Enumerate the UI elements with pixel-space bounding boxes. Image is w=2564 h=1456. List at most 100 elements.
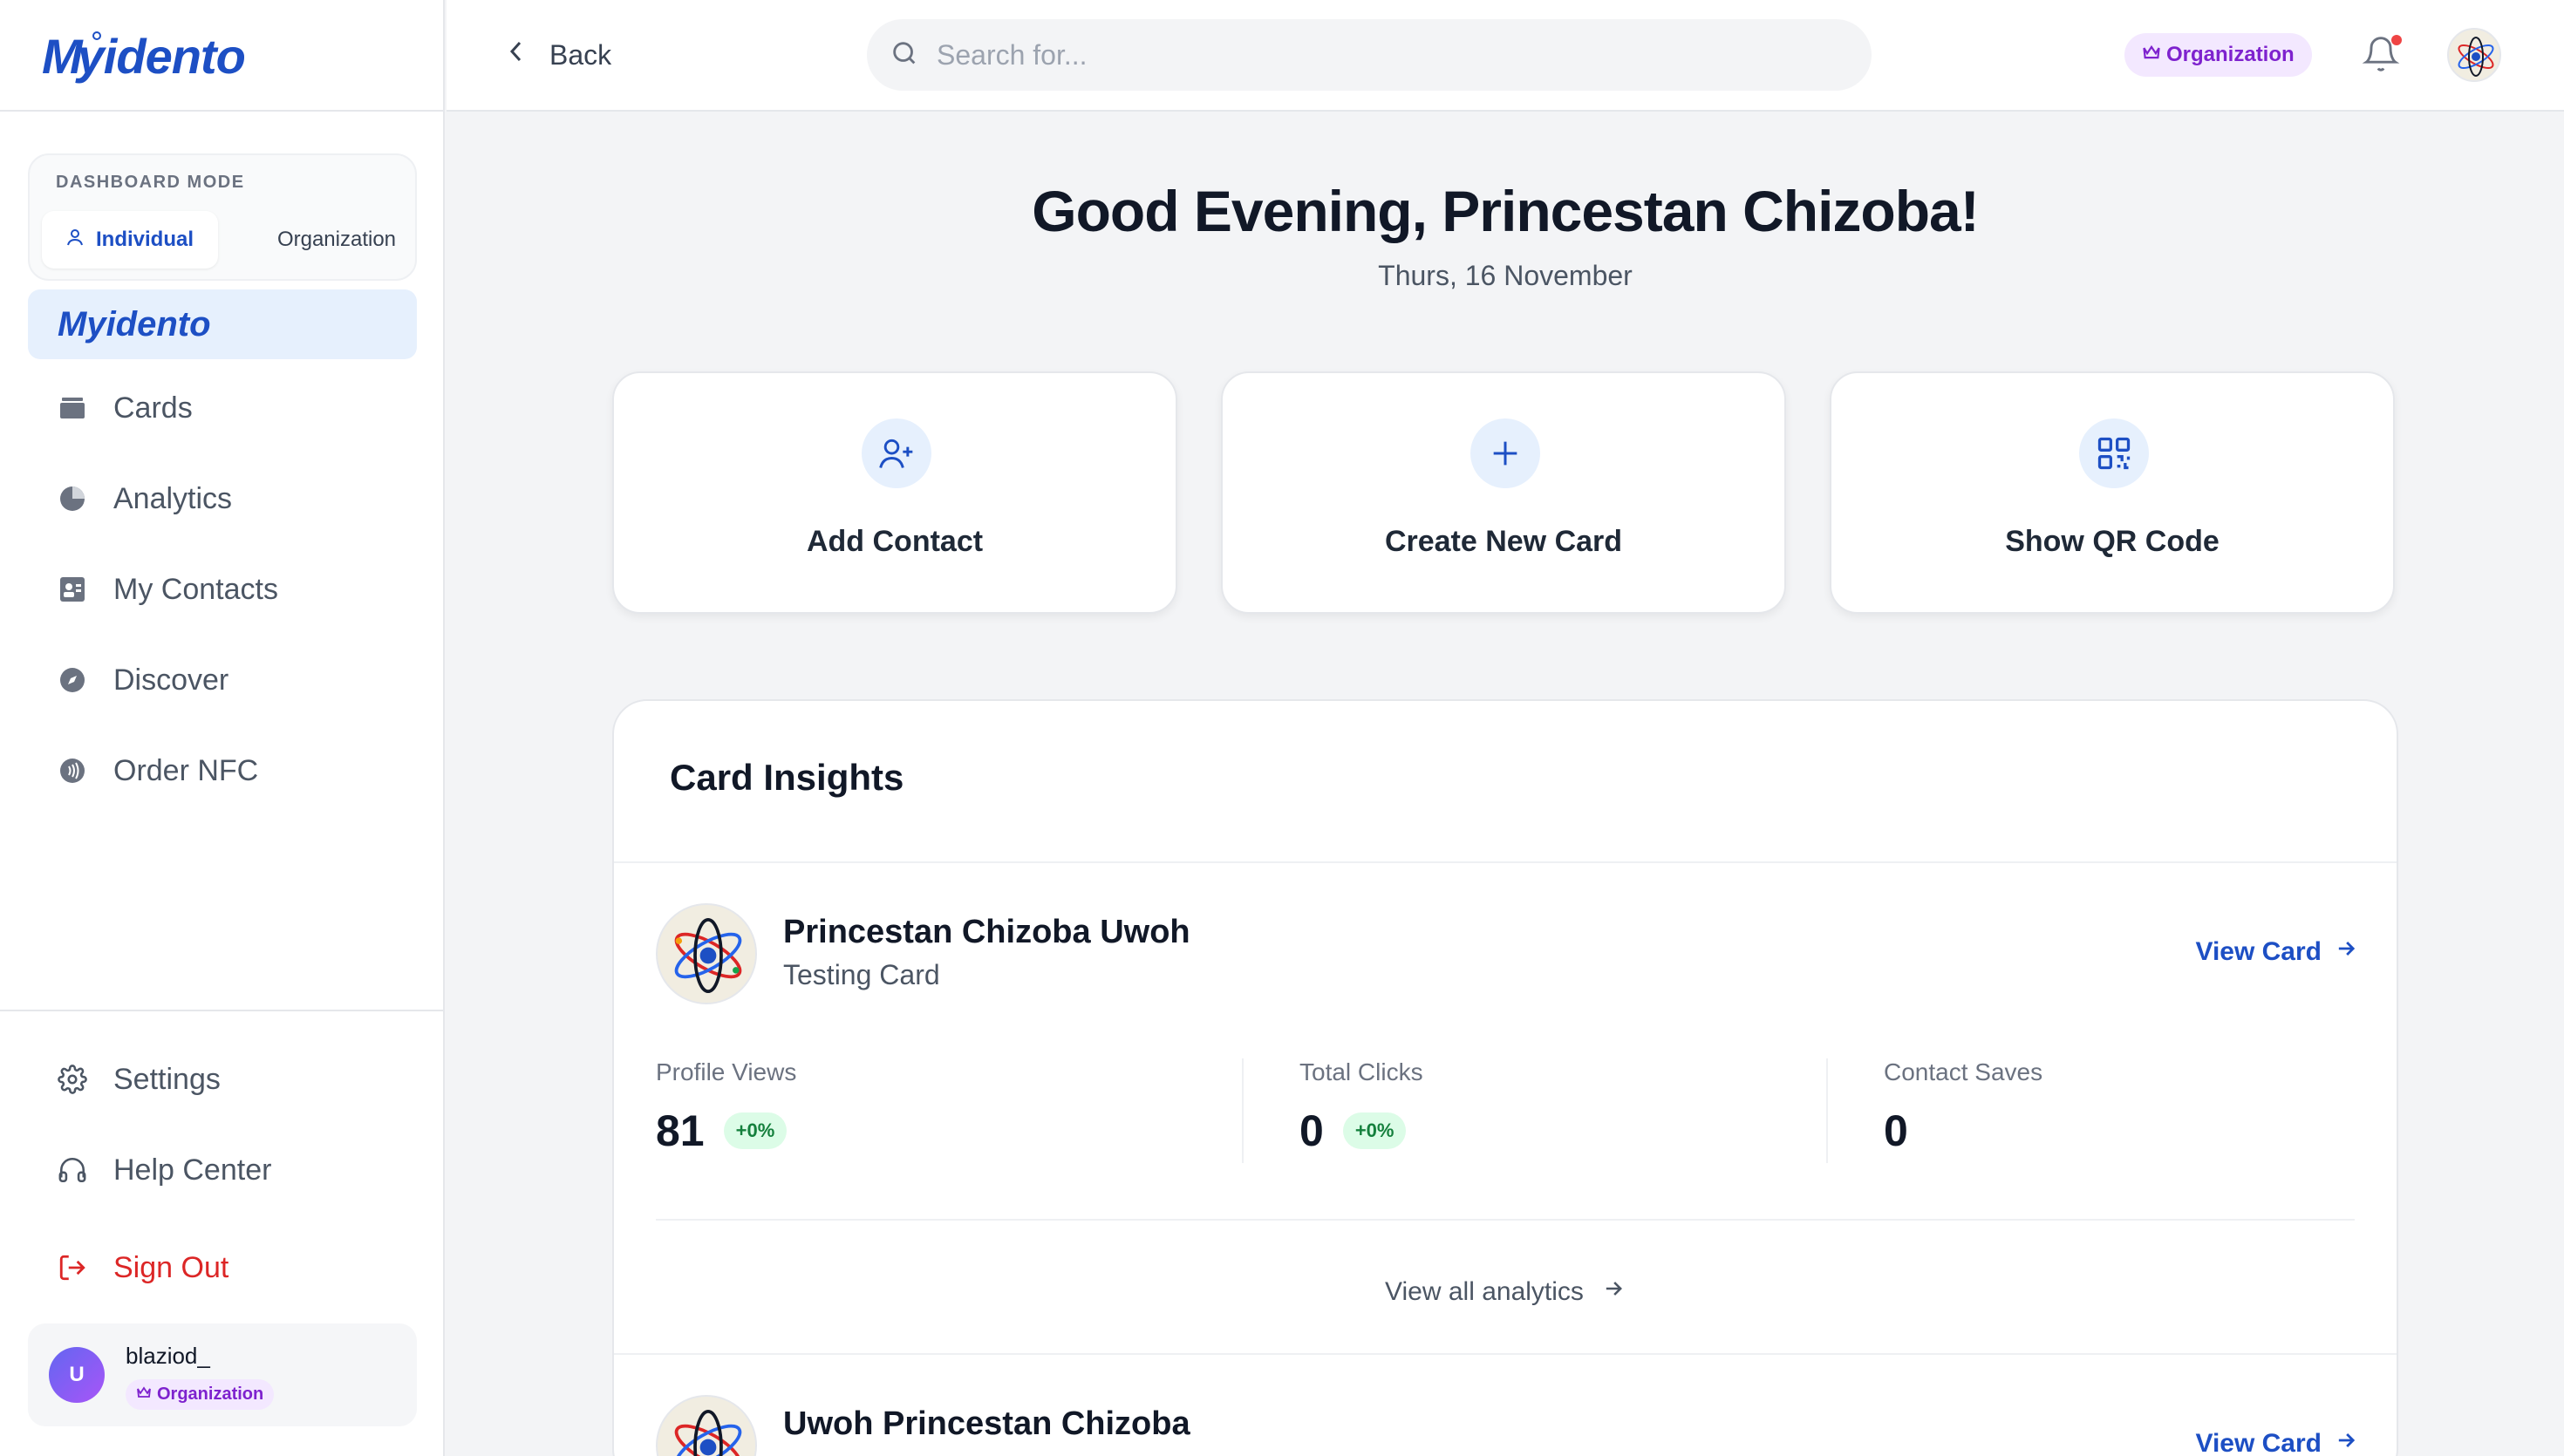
action-label: Show QR Code <box>2005 525 2220 558</box>
search-bar <box>867 19 1872 91</box>
sidebar-item-label: Help Center <box>113 1153 272 1187</box>
divider <box>1826 1058 1828 1163</box>
card-insights-panel: Card Insights Princestan Chizoba Uwoh Te… <box>612 699 2398 1456</box>
avatar[interactable] <box>2447 28 2501 82</box>
stat-value: 81 <box>656 1106 705 1155</box>
sidebar-item-order-nfc[interactable]: Order NFC <box>28 736 417 806</box>
sign-out-icon <box>58 1253 87 1283</box>
bell-icon <box>2362 37 2400 78</box>
view-all-analytics-link[interactable]: View all analytics <box>614 1276 2397 1308</box>
page-title: Good Evening, Princestan Chizoba! <box>1032 179 1979 243</box>
action-label: Add Contact <box>806 525 984 558</box>
action-label: Create New Card <box>1384 525 1623 558</box>
atom-icon <box>674 917 742 994</box>
user-plus-icon <box>862 418 931 488</box>
sidebar-item-label: Cards <box>113 391 193 425</box>
user-name: blaziod_ <box>126 1343 210 1369</box>
sidebar-item-cards[interactable]: Cards <box>28 373 417 443</box>
mode-organization-button[interactable]: Organization <box>258 211 415 269</box>
gear-icon <box>58 1065 87 1094</box>
stat-label: Contact Saves <box>1884 1058 2043 1085</box>
card-owner-name: Uwoh Princestan Chizoba <box>783 1405 1190 1442</box>
add-contact-button[interactable]: Add Contact <box>612 371 1177 614</box>
avatar: U <box>49 1347 105 1403</box>
notifications-button[interactable] <box>2362 33 2405 77</box>
show-qr-code-button[interactable]: Show QR Code <box>1830 371 2395 614</box>
logo-dot <box>92 31 101 40</box>
sidebar-brand-label: Myidento <box>58 304 211 344</box>
atom-icon <box>674 1409 742 1456</box>
section-title: Card Insights <box>670 757 904 798</box>
sidebar-item-label: Discover <box>113 663 229 697</box>
logo-text: yidento <box>77 28 246 84</box>
user-icon <box>65 227 85 254</box>
view-all-label: View all analytics <box>1385 1277 1584 1306</box>
headset-icon <box>58 1155 87 1185</box>
arrow-right-icon <box>1601 1276 1626 1308</box>
organization-badge[interactable]: Organization <box>2124 33 2312 77</box>
stat-label: Profile Views <box>656 1058 797 1085</box>
sidebar-item-myidento[interactable]: Myidento <box>28 289 417 359</box>
sidebar-item-label: Order NFC <box>113 753 259 787</box>
qr-code-icon <box>2079 418 2149 488</box>
sidebar-item-settings[interactable]: Settings <box>28 1044 417 1114</box>
divider <box>0 110 445 112</box>
badge-label: Organization <box>2166 43 2295 66</box>
divider <box>614 1353 2397 1355</box>
search-input[interactable] <box>937 38 1809 71</box>
notification-dot <box>2391 35 2402 45</box>
change-badge: +0% <box>1342 1112 1407 1149</box>
stat-contact-saves: Contact Saves 0 <box>1884 1058 2042 1156</box>
app-logo[interactable]: Myidento <box>42 28 246 84</box>
sign-out-button[interactable]: Sign Out <box>28 1233 417 1303</box>
view-card-link[interactable]: View Card <box>2195 1428 2358 1456</box>
compass-icon <box>58 665 87 695</box>
stat-profile-views: Profile Views 81 +0% <box>656 1058 796 1156</box>
avatar <box>656 1395 757 1456</box>
mode-individual-label: Individual <box>96 228 194 251</box>
card-subtitle: Testing Card <box>783 959 940 990</box>
sidebar-item-label: My Contacts <box>113 572 278 606</box>
view-card-link[interactable]: View Card <box>2195 936 2358 968</box>
sidebar-item-discover[interactable]: Discover <box>28 645 417 715</box>
stat-value: 0 <box>1884 1106 1908 1155</box>
arrow-right-icon <box>2334 1428 2358 1456</box>
sidebar: Myidento DASHBOARD MODE Individual Organ… <box>0 0 445 1456</box>
pie-chart-icon <box>58 484 87 514</box>
atom-icon <box>2458 37 2494 77</box>
stat-value: 0 <box>1299 1106 1324 1155</box>
view-card-label: View Card <box>2195 1429 2322 1456</box>
divider <box>656 1219 2355 1221</box>
contacts-icon <box>58 575 87 604</box>
search-icon <box>890 38 919 72</box>
dashboard-mode-title: DASHBOARD MODE <box>56 173 245 192</box>
change-badge: +0% <box>723 1112 788 1149</box>
divider <box>1242 1058 1244 1163</box>
sidebar-item-contacts[interactable]: My Contacts <box>28 555 417 624</box>
crown-icon <box>2142 43 2161 67</box>
arrow-right-icon <box>2334 936 2358 968</box>
crown-icon <box>136 1385 152 1405</box>
topbar: Back Organization <box>447 0 2564 112</box>
create-new-card-button[interactable]: Create New Card <box>1221 371 1786 614</box>
view-card-label: View Card <box>2195 937 2322 966</box>
plus-icon <box>1470 418 1540 488</box>
mode-organization-label: Organization <box>276 228 397 251</box>
sidebar-item-help-center[interactable]: Help Center <box>28 1135 417 1205</box>
cards-icon <box>58 393 87 423</box>
mode-individual-button[interactable]: Individual <box>42 211 218 269</box>
back-button[interactable]: Back <box>506 31 611 78</box>
nfc-icon <box>58 756 87 786</box>
avatar <box>656 903 757 1004</box>
divider <box>614 861 2397 863</box>
user-profile-card[interactable]: U blaziod_ Organization <box>28 1323 417 1426</box>
divider <box>0 1010 445 1011</box>
sidebar-item-label: Analytics <box>113 481 233 515</box>
stat-label: Total Clicks <box>1299 1058 1423 1085</box>
logo-letter: M <box>42 28 83 84</box>
dashboard-mode-switcher: DASHBOARD MODE Individual Organization <box>28 153 417 281</box>
sidebar-item-analytics[interactable]: Analytics <box>28 464 417 534</box>
sidebar-item-label: Settings <box>113 1062 221 1096</box>
chevron-left-icon <box>506 38 527 71</box>
back-label: Back <box>549 38 612 71</box>
